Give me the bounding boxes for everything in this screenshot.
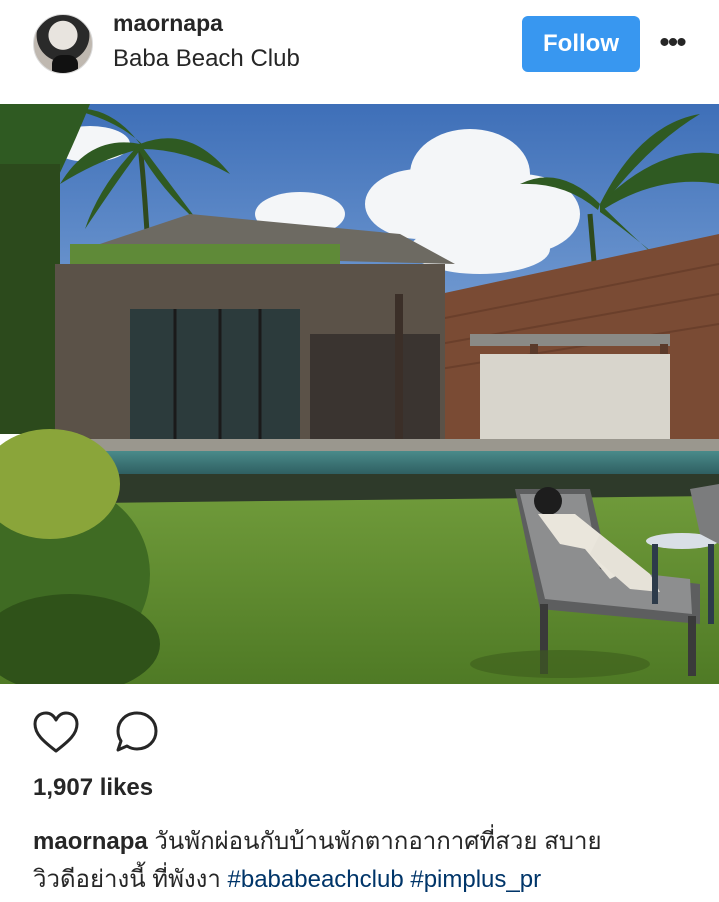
heart-outline-icon[interactable] [31,708,81,758]
post-photo[interactable] [0,104,719,684]
hashtag-pimplus-pr[interactable]: #pimplus_pr [410,866,541,893]
post-caption: maornapa วันพักผ่อนกับบ้านพักตากอากาศที่… [33,823,693,899]
post-actions [0,684,719,784]
hashtag-bababeachclub[interactable]: #bababeachclub [228,866,404,893]
beach-villa-photo [0,104,719,684]
post-username[interactable]: maornapa [113,10,223,37]
follow-button[interactable]: Follow [522,16,640,72]
post-location[interactable]: Baba Beach Club [113,45,300,73]
avatar[interactable] [33,14,93,74]
caption-text-line1: วันพักผ่อนกับบ้านพักตากอากาศที่สวย สบาย [154,828,602,855]
more-options-icon[interactable]: ••• [654,28,690,58]
caption-username[interactable]: maornapa [33,828,148,855]
likes-count[interactable]: 1,907 likes [33,774,153,802]
caption-text-line2: วิวดีอย่างนี้ ที่พังงา [33,866,221,893]
speech-bubble-icon[interactable] [112,708,162,758]
post-header: maornapa Baba Beach Club Follow ••• [0,0,719,104]
